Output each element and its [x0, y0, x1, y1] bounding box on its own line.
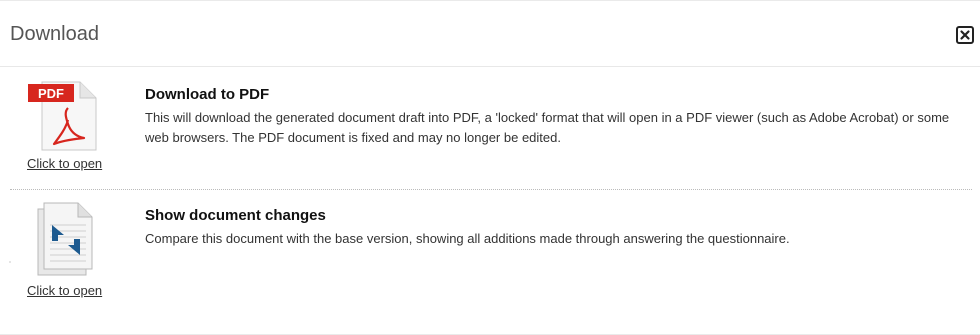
option-title: Download to PDF	[145, 86, 270, 103]
download-pdf-link[interactable]: PDF Click to open	[22, 78, 112, 188]
compare-document-icon	[37, 202, 93, 276]
dialog-header: Download	[0, 1, 980, 67]
dialog-title: Download	[10, 23, 99, 45]
option-description: Compare this document with the base vers…	[145, 231, 790, 246]
click-to-open-link[interactable]: Click to open	[27, 283, 102, 298]
show-changes-link[interactable]: Click to open	[22, 199, 112, 309]
document-changes-option: Click to open Show document changes Comp…	[0, 199, 980, 309]
close-icon	[960, 30, 970, 40]
option-title: Show document changes	[145, 207, 326, 224]
option-divider	[10, 189, 972, 190]
click-to-open-link[interactable]: Click to open	[27, 156, 102, 171]
pdf-file-icon: PDF	[28, 81, 97, 151]
close-button[interactable]	[956, 26, 974, 44]
pdf-badge-text: PDF	[38, 86, 64, 101]
option-description: This will download the generated documen…	[145, 110, 950, 145]
download-pdf-option: PDF Click to open Download to PDF This w…	[0, 78, 980, 188]
download-dialog: Download PDF Click to open Download to P…	[0, 0, 980, 335]
